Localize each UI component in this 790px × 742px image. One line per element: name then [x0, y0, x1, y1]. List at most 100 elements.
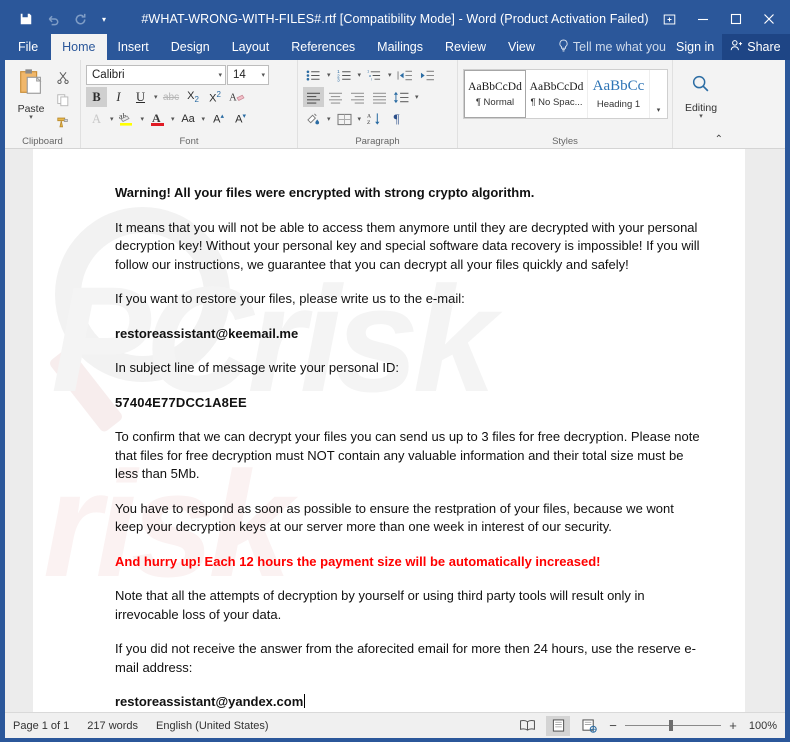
italic-icon[interactable]: I: [108, 87, 129, 107]
doc-personal-id: 57404E77DCC1A8EE: [115, 394, 247, 410]
share-button[interactable]: Share: [722, 34, 790, 60]
text-highlight-icon[interactable]: ab: [117, 109, 138, 129]
editing-button[interactable]: Editing ▾: [678, 69, 724, 120]
doc-paragraph-7: To confirm that we can decrypt your file…: [115, 429, 700, 481]
style-no-spacing[interactable]: AaBbCcDd ¶ No Spac...: [526, 70, 588, 118]
shrink-font-icon[interactable]: A▾: [230, 109, 251, 129]
zoom-slider-thumb[interactable]: [669, 720, 673, 731]
numbering-dropdown-icon[interactable]: ▾: [356, 71, 364, 79]
print-layout-icon[interactable]: [546, 715, 570, 736]
tab-home[interactable]: Home: [51, 34, 107, 60]
minimize-icon[interactable]: [686, 5, 719, 33]
ribbon-group-font: Calibri ▾ 14 ▾ B I U ▾ abc X2 X2 A A ▾ a…: [81, 60, 298, 148]
status-bar-right: − + 100%: [515, 715, 777, 736]
change-case-dropdown-icon[interactable]: ▾: [200, 115, 208, 123]
doc-paragraph-5: In subject line of message write your pe…: [115, 360, 399, 375]
maximize-icon[interactable]: [719, 5, 752, 33]
tab-file[interactable]: File: [5, 34, 51, 60]
align-left-icon[interactable]: [303, 87, 324, 107]
style-heading-1[interactable]: AaBbCс Heading 1: [588, 70, 650, 118]
sign-in-button[interactable]: Sign in: [672, 34, 718, 60]
styles-more-icon[interactable]: ▾: [650, 70, 667, 118]
tab-references[interactable]: References: [280, 34, 366, 60]
page-indicator[interactable]: Page 1 of 1: [13, 720, 69, 732]
highlight-dropdown-icon[interactable]: ▾: [139, 115, 147, 123]
paste-button[interactable]: Paste ▾: [10, 65, 52, 121]
subscript-icon[interactable]: X2: [183, 87, 204, 107]
cut-icon[interactable]: [52, 68, 74, 88]
customize-qat-icon[interactable]: ▾: [94, 7, 114, 31]
redo-icon[interactable]: [67, 7, 93, 31]
zoom-out-button[interactable]: −: [608, 718, 618, 733]
font-color-dropdown-icon[interactable]: ▾: [169, 115, 177, 123]
line-spacing-dropdown-icon[interactable]: ▾: [413, 93, 421, 101]
underline-icon[interactable]: U: [130, 87, 151, 107]
multilevel-dropdown-icon[interactable]: ▾: [386, 71, 394, 79]
zoom-in-button[interactable]: +: [728, 718, 738, 733]
justify-icon[interactable]: [369, 87, 390, 107]
align-center-icon[interactable]: [325, 87, 346, 107]
tab-mailings[interactable]: Mailings: [366, 34, 434, 60]
show-marks-icon[interactable]: ¶: [386, 109, 407, 129]
word-count[interactable]: 217 words: [87, 720, 138, 732]
copy-icon[interactable]: [52, 90, 74, 110]
increase-indent-icon[interactable]: [417, 65, 438, 85]
read-mode-icon[interactable]: [515, 716, 539, 736]
superscript-icon[interactable]: X2: [205, 87, 226, 107]
borders-icon[interactable]: [334, 109, 355, 129]
tab-design[interactable]: Design: [160, 34, 221, 60]
paste-dropdown-icon[interactable]: ▾: [29, 114, 33, 121]
format-painter-icon[interactable]: [52, 112, 74, 132]
line-spacing-icon[interactable]: [391, 87, 412, 107]
tab-view[interactable]: View: [497, 34, 546, 60]
multilevel-list-icon[interactable]: 1ai: [364, 65, 385, 85]
ribbon-display-options-icon[interactable]: [653, 5, 686, 33]
text-effects-dropdown-icon[interactable]: ▾: [108, 115, 116, 123]
language-indicator[interactable]: English (United States): [156, 720, 269, 732]
ribbon-tabs: File Home Insert Design Layout Reference…: [5, 34, 790, 60]
numbering-icon[interactable]: 123: [334, 65, 355, 85]
bold-icon[interactable]: B: [86, 87, 107, 107]
font-color-icon[interactable]: A: [147, 109, 168, 129]
tell-me-label: Tell me what you: [572, 40, 666, 54]
save-icon[interactable]: [13, 7, 39, 31]
editing-dropdown-icon[interactable]: ▾: [699, 113, 703, 120]
align-right-icon[interactable]: [347, 87, 368, 107]
tab-review[interactable]: Review: [434, 34, 497, 60]
grow-font-icon[interactable]: A▴: [208, 109, 229, 129]
font-name-dropdown-icon[interactable]: ▾: [218, 71, 222, 79]
font-name-input[interactable]: Calibri ▾: [86, 65, 226, 85]
zoom-slider[interactable]: [625, 720, 721, 731]
tell-me-box[interactable]: Tell me what you: [552, 34, 672, 60]
document-page[interactable]: PCrisk risk Warning! All your files were…: [33, 149, 745, 712]
web-layout-icon[interactable]: [577, 716, 601, 736]
style-normal-label: ¶ Normal: [475, 96, 515, 108]
underline-dropdown-icon[interactable]: ▾: [152, 93, 160, 101]
clear-formatting-icon[interactable]: A: [227, 87, 248, 107]
font-size-dropdown-icon[interactable]: ▾: [261, 71, 265, 79]
tab-layout[interactable]: Layout: [221, 34, 281, 60]
ribbon-group-styles: AaBbCcDd ¶ Normal AaBbCcDd ¶ No Spac... …: [458, 60, 673, 148]
style-normal[interactable]: AaBbCcDd ¶ Normal: [464, 70, 526, 118]
strikethrough-icon[interactable]: abc: [161, 87, 182, 107]
bullets-icon[interactable]: [303, 65, 324, 85]
change-case-icon[interactable]: Aa: [178, 109, 199, 129]
zoom-level[interactable]: 100%: [745, 720, 777, 732]
borders-dropdown-icon[interactable]: ▾: [356, 115, 364, 123]
shading-dropdown-icon[interactable]: ▾: [325, 115, 333, 123]
text-cursor: [304, 694, 306, 708]
font-size-input[interactable]: 14 ▾: [227, 65, 269, 85]
undo-icon[interactable]: [40, 7, 66, 31]
tab-insert[interactable]: Insert: [107, 34, 160, 60]
shading-icon[interactable]: [303, 109, 324, 129]
decrease-indent-icon[interactable]: [395, 65, 416, 85]
doc-warning-red: And hurry up! Each 12 hours the payment …: [115, 553, 601, 569]
font-size-value: 14: [233, 69, 246, 81]
doc-paragraph-3: If you want to restore your files, pleas…: [115, 291, 465, 306]
chevron-up-icon[interactable]: ⌃: [715, 134, 723, 145]
style-normal-preview: AaBbCcDd: [468, 80, 522, 93]
sort-icon[interactable]: AZ: [364, 109, 385, 129]
close-icon[interactable]: [752, 5, 785, 33]
bullets-dropdown-icon[interactable]: ▾: [325, 71, 333, 79]
text-effects-icon[interactable]: A: [86, 109, 107, 129]
